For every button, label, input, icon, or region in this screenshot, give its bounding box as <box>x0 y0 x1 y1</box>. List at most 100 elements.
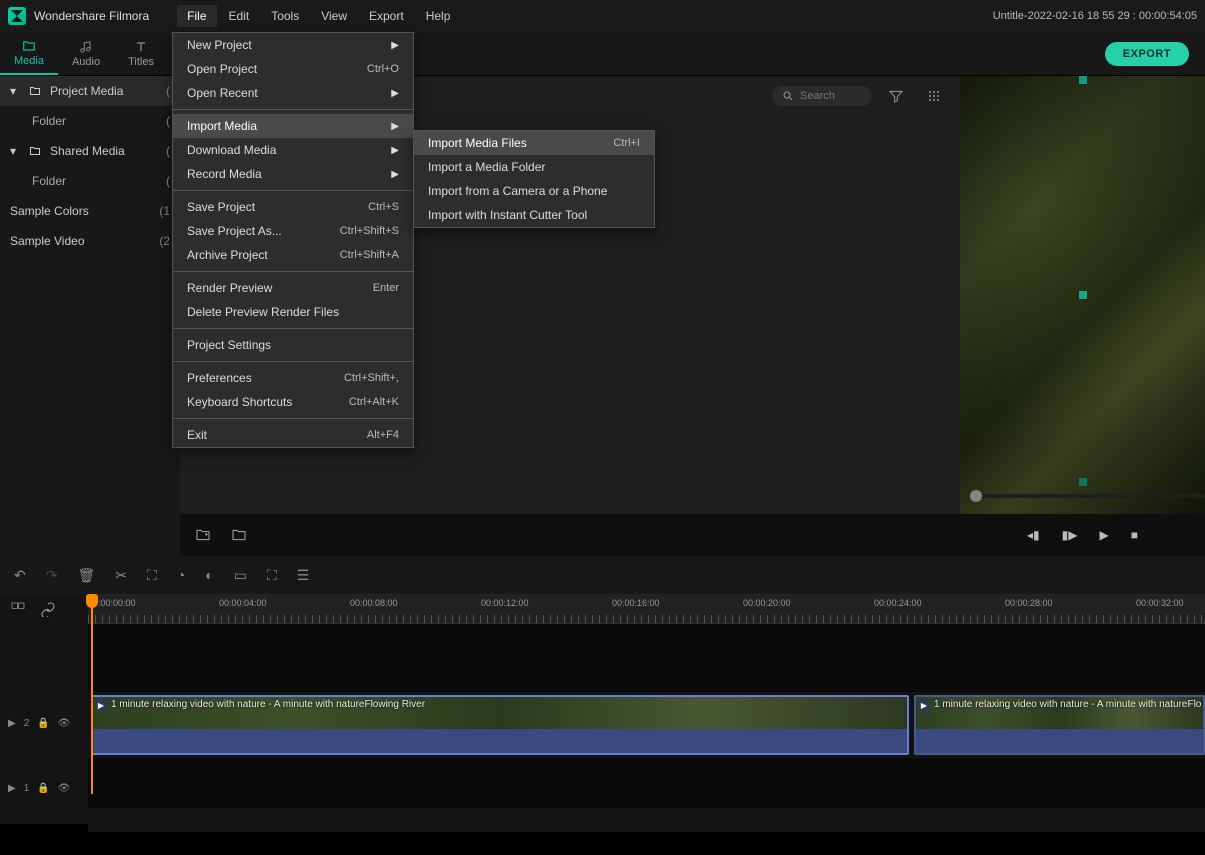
expand-button[interactable]: ⛶ <box>267 567 277 584</box>
project-title-time: Untitle-2022-02-16 18 55 29 : 00:00:54:0… <box>993 10 1197 22</box>
sidebar-count: ( <box>166 144 170 158</box>
menu-item-save-project[interactable]: Save ProjectCtrl+S <box>173 195 413 219</box>
timeline-ruler[interactable]: 00:00:00:00 00:00:04:00 00:00:08:00 00:0… <box>88 594 1205 624</box>
sidebar-label: Sample Video <box>10 234 85 248</box>
menu-item-import-media[interactable]: Import Media▶ <box>173 114 413 138</box>
sidebar-label: Folder <box>32 114 66 128</box>
menu-item-exit[interactable]: ExitAlt+F4 <box>173 423 413 447</box>
file-menu-dropdown: New Project▶Open ProjectCtrl+OOpen Recen… <box>172 32 414 448</box>
menu-item-archive-project[interactable]: Archive ProjectCtrl+Shift+A <box>173 243 413 267</box>
sidebar-item-project-media[interactable]: ▾ Project Media ( <box>0 76 180 106</box>
menu-item-record-media[interactable]: Record Media▶ <box>173 162 413 186</box>
play-pause-button[interactable]: ▮▶ <box>1062 528 1078 542</box>
ruler-tick: 00:00:12:00 <box>481 598 529 608</box>
timeline-options-icon[interactable] <box>10 601 26 617</box>
sidebar-count: ( <box>166 84 170 98</box>
resize-handle-icon[interactable] <box>1079 291 1087 299</box>
resize-handle-icon[interactable] <box>1079 478 1087 486</box>
export-button[interactable]: EXPORT <box>1105 42 1189 66</box>
filter-icon <box>888 88 904 104</box>
timeline-clip[interactable]: ▶ 1 minute relaxing video with nature - … <box>91 695 909 755</box>
app-name: Wondershare Filmora <box>34 9 149 23</box>
track-number: 2 <box>24 718 30 729</box>
new-folder-icon[interactable] <box>194 527 212 543</box>
timeline-clip[interactable]: ▶ 1 minute relaxing video with nature - … <box>914 695 1205 755</box>
preview-panel: ◂▮ ▮▶ ▶ ■ <box>960 76 1205 556</box>
menu-item-import-with-instant-cutter-tool[interactable]: Import with Instant Cutter Tool <box>414 203 654 227</box>
timeline-left-gutter: ▶ 2 🔒 👁 ▶ 1 🔒 👁 <box>0 594 88 824</box>
sidebar-count: (1 <box>159 204 170 218</box>
search-input[interactable] <box>800 90 860 102</box>
undo-button[interactable]: ↶ <box>14 567 26 584</box>
menu-item-project-settings[interactable]: Project Settings <box>173 333 413 357</box>
import-media-submenu: Import Media FilesCtrl+IImport a Media F… <box>413 130 655 228</box>
timeline-body[interactable]: 00:00:00:00 00:00:04:00 00:00:08:00 00:0… <box>88 594 1205 824</box>
settings-button[interactable]: ☰ <box>297 567 310 584</box>
grid-view-button[interactable] <box>920 82 948 110</box>
filter-button[interactable] <box>882 82 910 110</box>
ruler-tick: 00:00:20:00 <box>743 598 791 608</box>
resize-handle-icon[interactable] <box>1079 76 1087 84</box>
clip-play-icon: ▶ <box>918 699 930 711</box>
video-track-1[interactable] <box>88 808 1205 832</box>
link-icon[interactable] <box>40 601 56 617</box>
lock-icon[interactable]: 🔒 <box>37 718 49 729</box>
color-button[interactable]: ◐ <box>205 567 213 583</box>
cut-button[interactable]: ✂ <box>115 567 127 584</box>
sidebar-item-folder[interactable]: Folder ( <box>0 166 180 196</box>
preview-viewport[interactable] <box>960 76 1205 514</box>
menu-item-keyboard-shortcuts[interactable]: Keyboard ShortcutsCtrl+Alt+K <box>173 390 413 414</box>
menu-item-open-project[interactable]: Open ProjectCtrl+O <box>173 57 413 81</box>
green-screen-button[interactable]: ▭ <box>234 567 247 584</box>
stop-button[interactable]: ■ <box>1131 528 1138 542</box>
tab-titles[interactable]: Titles <box>114 32 168 75</box>
menu-item-download-media[interactable]: Download Media▶ <box>173 138 413 162</box>
sidebar-item-shared-media[interactable]: ▾ Shared Media ( <box>0 136 180 166</box>
menu-item-import-media-files[interactable]: Import Media FilesCtrl+I <box>414 131 654 155</box>
chevron-down-icon: ▾ <box>10 84 20 98</box>
sidebar-label: Shared Media <box>50 144 125 158</box>
menu-item-import-a-media-folder[interactable]: Import a Media Folder <box>414 155 654 179</box>
tab-label: Media <box>14 55 44 67</box>
menu-item-render-preview[interactable]: Render PreviewEnter <box>173 276 413 300</box>
crop-button[interactable]: ⛶ <box>147 567 157 584</box>
prev-frame-button[interactable]: ◂▮ <box>1027 528 1040 542</box>
menu-item-save-project-as-[interactable]: Save Project As...Ctrl+Shift+S <box>173 219 413 243</box>
folder-icon <box>28 85 42 97</box>
visibility-icon[interactable]: 👁 <box>58 718 71 729</box>
folder-open-icon[interactable] <box>230 527 248 543</box>
search-box[interactable] <box>772 86 872 106</box>
speed-button[interactable]: ◔ <box>177 567 185 583</box>
panel-footer <box>180 514 960 556</box>
menu-help[interactable]: Help <box>416 5 461 27</box>
menu-export[interactable]: Export <box>359 5 414 27</box>
clip-label: 1 minute relaxing video with nature - A … <box>111 699 425 710</box>
menu-item-open-recent[interactable]: Open Recent▶ <box>173 81 413 105</box>
tab-media[interactable]: Media <box>0 32 58 75</box>
sidebar-item-folder[interactable]: Folder ( <box>0 106 180 136</box>
sidebar-label: Sample Colors <box>10 204 89 218</box>
sidebar-item-sample-colors[interactable]: Sample Colors (1 <box>0 196 180 226</box>
visibility-icon[interactable]: 👁 <box>58 783 71 794</box>
sidebar-count: (2 <box>159 234 170 248</box>
play-button[interactable]: ▶ <box>1100 528 1109 542</box>
menu-item-delete-preview-render-files[interactable]: Delete Preview Render Files <box>173 300 413 324</box>
menu-view[interactable]: View <box>311 5 357 27</box>
menu-tools[interactable]: Tools <box>261 5 309 27</box>
menu-file[interactable]: File <box>177 5 216 27</box>
tab-audio[interactable]: Audio <box>58 32 114 75</box>
preview-scrub-slider[interactable] <box>970 494 1205 498</box>
menu-item-new-project[interactable]: New Project▶ <box>173 33 413 57</box>
menu-item-preferences[interactable]: PreferencesCtrl+Shift+, <box>173 366 413 390</box>
lock-icon[interactable]: 🔒 <box>37 783 49 794</box>
menu-edit[interactable]: Edit <box>219 5 260 27</box>
playhead[interactable] <box>91 594 93 794</box>
redo-button[interactable]: ↷ <box>46 567 58 584</box>
menu-item-import-from-a-camera-or-a-phone[interactable]: Import from a Camera or a Phone <box>414 179 654 203</box>
timeline-toolbar: ↶ ↷ 🗑 ✂ ⛶ ◔ ◐ ▭ ⛶ ☰ <box>0 556 1205 594</box>
video-track-2[interactable]: ▶ 1 minute relaxing video with nature - … <box>88 692 1205 758</box>
delete-button[interactable]: 🗑 <box>77 567 95 584</box>
ruler-tick: 00:00:08:00 <box>350 598 398 608</box>
folder-icon <box>21 39 37 53</box>
sidebar-item-sample-video[interactable]: Sample Video (2 <box>0 226 180 256</box>
